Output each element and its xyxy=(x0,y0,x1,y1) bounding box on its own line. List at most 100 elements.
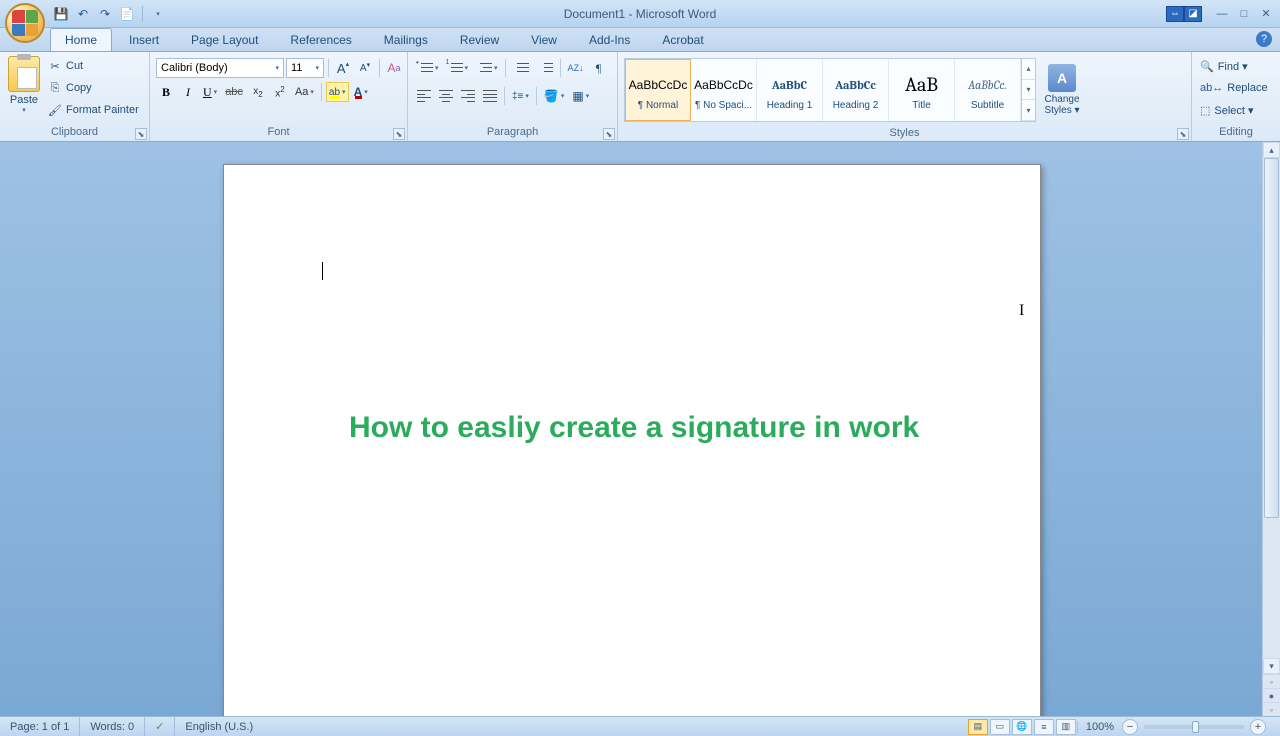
scroll-up-button[interactable]: ▴ xyxy=(1263,142,1280,158)
full-screen-view-button[interactable]: ▭ xyxy=(990,719,1010,735)
bullets-button[interactable] xyxy=(414,58,442,78)
document-area[interactable]: How to easliy create a signature in work… xyxy=(0,142,1262,716)
decrease-indent-button[interactable] xyxy=(510,58,532,78)
restore-toggle-right-icon[interactable]: ◪ xyxy=(1184,6,1202,22)
style-heading-2[interactable]: AaBbCcHeading 2 xyxy=(823,59,889,121)
save-icon[interactable]: 💾 xyxy=(52,5,70,23)
increase-indent-button[interactable] xyxy=(534,58,556,78)
style-title[interactable]: AaBTitle xyxy=(889,59,955,121)
outline-view-button[interactable]: ≡ xyxy=(1034,719,1054,735)
prev-page-button[interactable]: ◦ xyxy=(1263,674,1280,688)
multilevel-list-button[interactable] xyxy=(473,58,501,78)
paragraph-launcher[interactable]: ⬊ xyxy=(603,128,615,140)
select-button[interactable]: ⬚Select ▾ xyxy=(1200,100,1254,120)
text-caret xyxy=(322,262,323,280)
zoom-in-button[interactable]: + xyxy=(1250,719,1266,735)
tab-page-layout[interactable]: Page Layout xyxy=(176,28,273,51)
align-left-button[interactable] xyxy=(414,86,434,106)
tab-home[interactable]: Home xyxy=(50,28,112,51)
shading-button[interactable]: 🪣 xyxy=(541,86,567,106)
numbering-button[interactable] xyxy=(444,58,472,78)
style-subtitle[interactable]: AaBbCc.Subtitle xyxy=(955,59,1021,121)
replace-button[interactable]: ab↔Replace xyxy=(1200,78,1268,98)
align-center-button[interactable] xyxy=(436,86,456,106)
tab-add-ins[interactable]: Add-Ins xyxy=(574,28,645,51)
line-spacing-button[interactable]: ‡≡ xyxy=(509,86,532,106)
copy-button[interactable]: ⎘Copy xyxy=(48,78,139,98)
borders-icon: ▦ xyxy=(572,89,583,103)
tab-review[interactable]: Review xyxy=(445,28,514,51)
format-painter-label: Format Painter xyxy=(66,104,139,116)
underline-button[interactable]: U xyxy=(200,82,220,102)
sort-button[interactable]: AZ↓ xyxy=(565,58,587,78)
language-indicator[interactable]: English (U.S.) xyxy=(175,717,263,736)
redo-icon[interactable]: ↷ xyxy=(96,5,114,23)
font-color-button[interactable]: A xyxy=(351,82,371,102)
font-name-combo[interactable]: Calibri (Body)▾ xyxy=(156,58,284,78)
italic-button[interactable]: I xyxy=(178,82,198,102)
paste-label: Paste xyxy=(10,94,38,106)
office-button[interactable] xyxy=(5,3,45,43)
justify-button[interactable] xyxy=(480,86,500,106)
tab-insert[interactable]: Insert xyxy=(114,28,174,51)
highlight-color-button[interactable]: ab xyxy=(326,82,349,102)
page-indicator[interactable]: Page: 1 of 1 xyxy=(0,717,80,736)
proofing-status[interactable]: ✓ xyxy=(145,717,175,736)
tab-view[interactable]: View xyxy=(516,28,572,51)
gallery-up-icon[interactable]: ▴ xyxy=(1022,59,1035,80)
find-button[interactable]: 🔍Find ▾ xyxy=(1200,56,1248,76)
zoom-slider-thumb[interactable] xyxy=(1192,721,1199,733)
styles-launcher[interactable]: ⬊ xyxy=(1177,128,1189,140)
print-layout-view-button[interactable]: ▤ xyxy=(968,719,988,735)
bold-button[interactable]: B xyxy=(156,82,176,102)
restore-toggle-left-icon[interactable]: ⇔ xyxy=(1166,6,1184,22)
clear-formatting-button[interactable]: Aa xyxy=(384,58,404,78)
maximize-button[interactable]: □ xyxy=(1234,6,1254,22)
web-layout-view-button[interactable]: 🌐 xyxy=(1012,719,1032,735)
shrink-font-button[interactable]: A▾ xyxy=(355,58,375,78)
font-size-combo[interactable]: 11▾ xyxy=(286,58,324,78)
grow-font-button[interactable]: A▴ xyxy=(333,58,353,78)
cut-button[interactable]: ✂Cut xyxy=(48,56,139,76)
change-case-button[interactable]: Aa xyxy=(292,82,317,102)
qat-customize-icon[interactable]: ▾ xyxy=(149,5,167,23)
font-size-value: 11 xyxy=(291,62,302,74)
subscript-button[interactable]: x2 xyxy=(248,82,268,102)
tab-references[interactable]: References xyxy=(275,28,366,51)
tab-acrobat[interactable]: Acrobat xyxy=(647,28,718,51)
close-button[interactable]: ✕ xyxy=(1256,6,1276,22)
draft-view-button[interactable]: ▥ xyxy=(1056,719,1076,735)
clipboard-launcher[interactable]: ⬊ xyxy=(135,128,147,140)
superscript-button[interactable]: x2 xyxy=(270,82,290,102)
new-doc-icon[interactable]: 📄 xyxy=(118,5,136,23)
help-button[interactable]: ? xyxy=(1256,31,1272,47)
word-count[interactable]: Words: 0 xyxy=(80,717,145,736)
zoom-slider[interactable] xyxy=(1144,725,1244,729)
undo-icon[interactable]: ↶ xyxy=(74,5,92,23)
change-styles-button[interactable]: A Change Styles ▾ xyxy=(1040,58,1084,122)
format-painter-button[interactable]: 🖌Format Painter xyxy=(48,100,139,120)
scroll-track[interactable] xyxy=(1263,158,1280,658)
browse-object-button[interactable]: ● xyxy=(1263,688,1280,702)
gallery-more-icon[interactable]: ▾ xyxy=(1022,100,1035,121)
zoom-out-button[interactable]: − xyxy=(1122,719,1138,735)
gallery-down-icon[interactable]: ▾ xyxy=(1022,80,1035,101)
style-normal[interactable]: AaBbCcDc¶ Normal xyxy=(625,59,691,121)
strikethrough-button[interactable]: abc xyxy=(222,82,246,102)
show-paragraph-marks-button[interactable]: ¶ xyxy=(589,58,609,78)
scroll-thumb[interactable] xyxy=(1264,158,1279,518)
next-page-button[interactable]: ◦ xyxy=(1263,702,1280,716)
tab-mailings[interactable]: Mailings xyxy=(369,28,443,51)
paste-button[interactable]: Paste ▾ xyxy=(4,54,44,116)
borders-button[interactable]: ▦ xyxy=(569,86,592,106)
scroll-down-button[interactable]: ▾ xyxy=(1263,658,1280,674)
font-name-value: Calibri (Body) xyxy=(161,62,228,74)
style-heading-1[interactable]: AaBbCHeading 1 xyxy=(757,59,823,121)
ibeam-cursor-icon: I xyxy=(1019,302,1024,320)
font-launcher[interactable]: ⬊ xyxy=(393,128,405,140)
minimize-button[interactable]: — xyxy=(1212,6,1232,22)
zoom-level[interactable]: 100% xyxy=(1077,721,1122,733)
page[interactable]: How to easliy create a signature in work… xyxy=(223,164,1041,716)
style-no-spacing[interactable]: AaBbCcDc¶ No Spaci... xyxy=(691,59,757,121)
align-right-button[interactable] xyxy=(458,86,478,106)
